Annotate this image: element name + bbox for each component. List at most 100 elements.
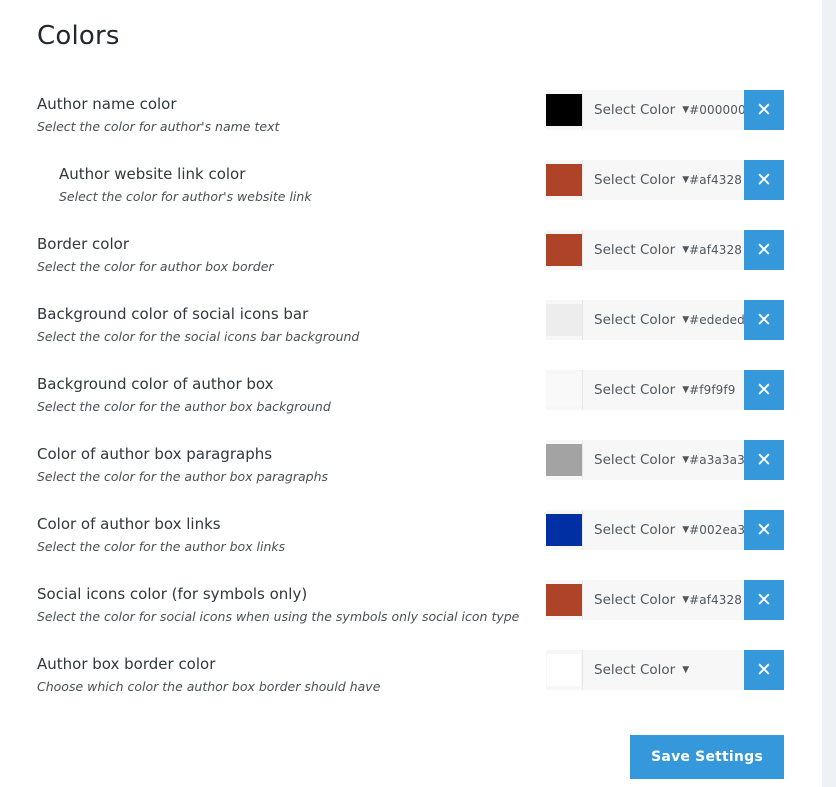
setting-label: Border color [37,235,129,253]
clear-color-button[interactable]: ✕ [744,650,784,690]
color-swatch[interactable] [546,234,582,266]
color-swatch-frame[interactable] [546,580,582,620]
color-setting-row: Author box border color Choose which colo… [0,648,822,718]
row-label-group: Author website link color Select the colo… [59,164,539,205]
hex-value: #af4328 [689,173,742,187]
color-swatch[interactable] [546,444,582,476]
select-color-label: Select Color [594,312,676,328]
setting-description: Select the color for the author box para… [37,469,329,484]
color-select-dropdown[interactable]: Select Color ▼ [582,650,744,690]
select-color-label: Select Color [594,452,676,468]
chevron-down-icon: ▼ [682,174,690,185]
setting-description: Select the color for social icons when u… [37,609,520,624]
hex-value: #ededed [689,313,745,327]
color-picker[interactable]: Select Color ▼ #af4328 ✕ [546,160,784,200]
select-color-label: Select Color [594,172,676,188]
color-swatch[interactable] [546,94,582,126]
chevron-down-icon: ▼ [682,594,690,605]
color-settings-list: Author name color Select the color for au… [0,88,822,718]
clear-color-button[interactable]: ✕ [744,160,784,200]
color-setting-row: Background color of author box Select the… [0,368,822,438]
color-picker[interactable]: Select Color ▼ #a3a3a3 ✕ [546,440,784,480]
select-color-label: Select Color [594,102,676,118]
color-swatch-frame[interactable] [546,300,582,340]
color-swatch-frame[interactable] [546,510,582,550]
color-swatch-frame[interactable] [546,440,582,480]
color-picker[interactable]: Select Color ▼ #ededed ✕ [546,300,784,340]
chevron-down-icon: ▼ [682,454,690,465]
row-label-group: Social icons color (for symbols only) Sel… [37,584,520,625]
clear-color-button[interactable]: ✕ [744,90,784,130]
color-setting-row: Border color Select the color for author … [0,228,822,298]
save-settings-button[interactable]: Save Settings [630,735,784,779]
color-setting-row: Author name color Select the color for au… [0,88,822,158]
color-picker[interactable]: Select Color ▼ #002ea3 ✕ [546,510,784,550]
setting-description: Select the color for the author box link… [37,539,286,554]
settings-page: Colors Author name color Select the color… [0,0,822,787]
color-swatch-frame[interactable] [546,370,582,410]
save-settings-container: Save Settings [630,735,784,779]
select-color-label: Select Color [594,592,676,608]
clear-color-button[interactable]: ✕ [744,580,784,620]
select-color-label: Select Color [594,522,676,538]
row-label-group: Color of author box paragraphs Select the… [37,444,517,485]
color-select-dropdown[interactable]: Select Color ▼ #a3a3a3 [582,440,745,480]
row-label-group: Background color of author box Select the… [37,374,517,415]
setting-description: Choose which color the author box border… [37,679,381,694]
color-select-dropdown[interactable]: Select Color ▼ #002ea3 [582,510,746,550]
color-setting-row: Background color of social icons bar Sele… [0,298,822,368]
clear-color-button[interactable]: ✕ [744,440,784,480]
setting-description: Select the color for author's name text [37,119,280,134]
clear-color-button[interactable]: ✕ [744,370,784,410]
hex-value: #af4328 [689,243,742,257]
hex-value: #002ea3 [689,523,746,537]
setting-label: Background color of author box [37,375,274,393]
color-picker[interactable]: Select Color ▼ #af4328 ✕ [546,580,784,620]
setting-label: Social icons color (for symbols only) [37,585,308,603]
chevron-down-icon: ▼ [682,664,690,675]
setting-label: Author website link color [59,165,246,183]
color-setting-row: Color of author box links Select the colo… [0,508,822,578]
color-select-dropdown[interactable]: Select Color ▼ #ededed [582,300,745,340]
color-select-dropdown[interactable]: Select Color ▼ #f9f9f9 [582,370,744,410]
color-swatch[interactable] [546,584,582,616]
color-swatch-frame[interactable] [546,160,582,200]
chevron-down-icon: ▼ [682,314,690,325]
row-label-group: Color of author box links Select the colo… [37,514,517,555]
color-select-dropdown[interactable]: Select Color ▼ #af4328 [582,160,744,200]
color-picker[interactable]: Select Color ▼ #f9f9f9 ✕ [546,370,784,410]
setting-description: Select the color for the social icons ba… [37,329,360,344]
color-picker[interactable]: Select Color ▼ #af4328 ✕ [546,230,784,270]
clear-color-button[interactable]: ✕ [744,300,784,340]
row-label-group: Background color of social icons bar Sele… [37,304,517,345]
clear-color-button[interactable]: ✕ [744,230,784,270]
color-swatch-frame[interactable] [546,90,582,130]
row-label-group: Author name color Select the color for au… [37,94,517,135]
color-swatch[interactable] [546,374,582,406]
color-swatch-frame[interactable] [546,650,582,690]
setting-description: Select the color for the author box back… [37,399,331,414]
color-setting-row: Social icons color (for symbols only) Sel… [0,578,822,648]
chevron-down-icon: ▼ [682,244,690,255]
row-label-group: Border color Select the color for author … [37,234,517,275]
setting-description: Select the color for author's website li… [59,189,312,204]
color-picker[interactable]: Select Color ▼ #000000 ✕ [546,90,784,130]
color-setting-row: Author website link color Select the colo… [0,158,822,228]
color-swatch[interactable] [546,304,582,336]
color-swatch[interactable] [546,514,582,546]
chevron-down-icon: ▼ [682,384,690,395]
color-select-dropdown[interactable]: Select Color ▼ #000000 [582,90,746,130]
select-color-label: Select Color [594,242,676,258]
setting-label: Author name color [37,95,177,113]
clear-color-button[interactable]: ✕ [744,510,784,550]
color-select-dropdown[interactable]: Select Color ▼ #af4328 [582,580,744,620]
color-picker[interactable]: Select Color ▼ ✕ [546,650,784,690]
color-swatch-frame[interactable] [546,230,582,270]
select-color-label: Select Color [594,382,676,398]
hex-value: #a3a3a3 [689,453,745,467]
setting-label: Color of author box paragraphs [37,445,273,463]
color-swatch[interactable] [546,164,582,196]
color-select-dropdown[interactable]: Select Color ▼ #af4328 [582,230,744,270]
color-swatch[interactable] [547,654,581,686]
setting-label: Author box border color [37,655,216,673]
